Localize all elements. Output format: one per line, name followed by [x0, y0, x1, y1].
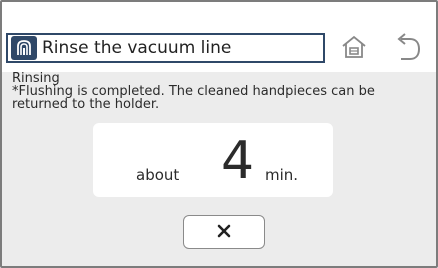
page-title: Rinse the vacuum line [42, 38, 232, 58]
back-arrow-icon [394, 32, 422, 66]
time-unit: min. [265, 166, 299, 184]
top-bar: Rinse the vacuum line [2, 2, 436, 72]
status-info: Rinsing *Flushing is completed. The clea… [12, 72, 434, 111]
home-button[interactable] [331, 33, 377, 65]
status-message-line-2: returned to the holder. [12, 97, 160, 112]
close-icon [217, 223, 231, 242]
remaining-time-panel: about 4 min. [93, 123, 333, 197]
time-prefix: about [136, 166, 180, 184]
vacuum-line-icon [11, 36, 37, 60]
home-icon [341, 35, 367, 63]
back-button[interactable] [385, 32, 431, 66]
dialog-frame: Rinse the vacuum line Rinsing *Flushing … [0, 0, 438, 268]
time-value: 4 [221, 131, 255, 191]
close-button[interactable] [183, 215, 265, 249]
title-bar: Rinse the vacuum line [6, 33, 325, 63]
